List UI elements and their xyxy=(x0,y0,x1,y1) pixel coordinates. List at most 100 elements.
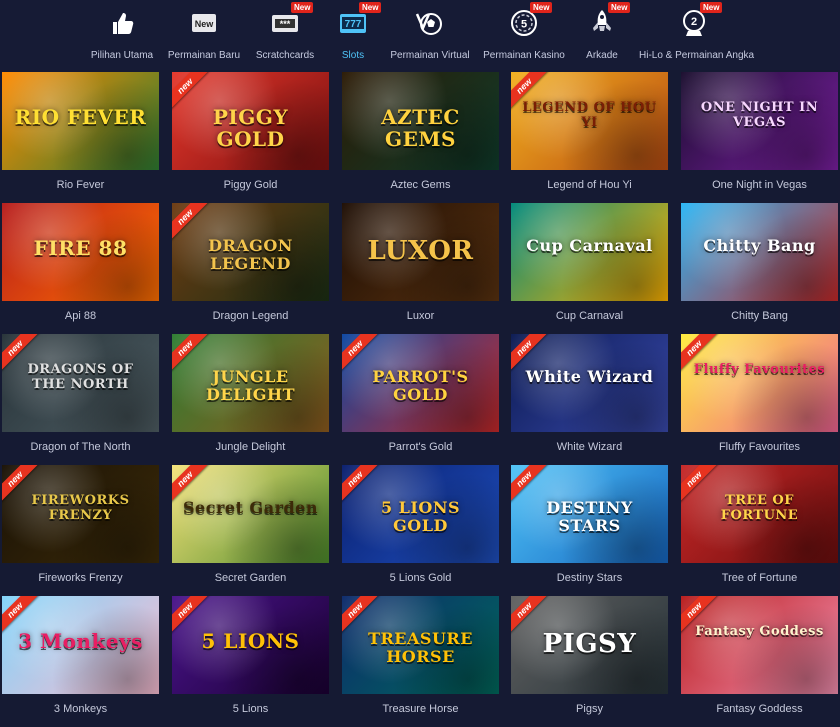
game-logo-text: DESTINY STARS xyxy=(546,498,633,535)
game-tile[interactable]: Secret Garden new Secret Garden xyxy=(172,465,329,596)
game-title[interactable]: Rio Fever xyxy=(2,170,159,203)
game-thumbnail[interactable]: Cup Carnaval xyxy=(511,203,668,301)
game-thumbnail[interactable]: DRAGON LEGEND new xyxy=(172,203,329,301)
svg-text:777: 777 xyxy=(345,19,362,30)
game-title[interactable]: Treasure Horse xyxy=(342,694,499,727)
game-thumbnail[interactable]: PIGSY new xyxy=(511,596,668,694)
soccer-v-icon xyxy=(415,8,445,38)
new-box-icon: New xyxy=(189,8,219,38)
game-tile[interactable]: White Wizard new White Wizard xyxy=(511,334,668,465)
game-thumbnail[interactable]: AZTEC GEMS xyxy=(342,72,499,170)
game-title[interactable]: Luxor xyxy=(342,301,499,334)
game-thumbnail[interactable]: 3 Monkeys new xyxy=(2,596,159,694)
game-thumbnail[interactable]: Fluffy Favourites new xyxy=(681,334,838,432)
game-thumbnail[interactable]: DRAGONS OF THE NORTH new xyxy=(2,334,159,432)
game-title[interactable]: Secret Garden xyxy=(172,563,329,596)
game-logo-text: Chitty Bang xyxy=(703,236,816,255)
game-title[interactable]: Tree of Fortune xyxy=(681,563,838,596)
game-title[interactable]: Parrot's Gold xyxy=(342,432,499,465)
game-thumbnail[interactable]: DESTINY STARS new xyxy=(511,465,668,563)
game-thumbnail[interactable]: 5 LIONS GOLD new xyxy=(342,465,499,563)
game-title[interactable]: Chitty Bang xyxy=(681,301,838,334)
game-tile[interactable]: Fantasy Goddess new Fantasy Goddess xyxy=(681,596,838,727)
game-logo-text: Fantasy Goddess xyxy=(695,624,824,639)
game-thumbnail[interactable]: ONE NIGHT IN VEGAS xyxy=(681,72,838,170)
game-thumbnail[interactable]: White Wizard new xyxy=(511,334,668,432)
game-title[interactable]: Fireworks Frenzy xyxy=(2,563,159,596)
game-tile[interactable]: Cup Carnaval Cup Carnaval xyxy=(511,203,668,334)
game-title[interactable]: Jungle Delight xyxy=(172,432,329,465)
game-logo-text: LUXOR xyxy=(367,236,474,266)
game-tile[interactable]: AZTEC GEMS Aztec Gems xyxy=(342,72,499,203)
category-nav: Pilihan Utama New Permainan Baru *** New Scra… xyxy=(0,0,840,70)
game-logo-text: FIRE 88 xyxy=(33,236,128,260)
game-title[interactable]: 3 Monkeys xyxy=(2,694,159,727)
game-tile[interactable]: RIO FEVER Rio Fever xyxy=(2,72,159,203)
game-thumbnail[interactable]: TREASURE HORSE new xyxy=(342,596,499,694)
game-title[interactable]: Fluffy Favourites xyxy=(681,432,838,465)
game-title[interactable]: Dragon Legend xyxy=(172,301,329,334)
game-tile[interactable]: LEGEND OF HOU YI new Legend of Hou Yi xyxy=(511,72,668,203)
game-thumbnail[interactable]: RIO FEVER xyxy=(2,72,159,170)
game-thumbnail[interactable]: FIRE 88 xyxy=(2,203,159,301)
game-tile[interactable]: 5 LIONS GOLD new 5 Lions Gold xyxy=(342,465,499,596)
game-title[interactable]: Dragon of The North xyxy=(2,432,159,465)
game-tile[interactable]: FIRE 88 Api 88 xyxy=(2,203,159,334)
game-title[interactable]: Legend of Hou Yi xyxy=(511,170,668,203)
game-title[interactable]: Pigsy xyxy=(511,694,668,727)
game-title[interactable]: Cup Carnaval xyxy=(511,301,668,334)
game-thumbnail[interactable]: 5 LIONS new xyxy=(172,596,329,694)
game-tile[interactable]: PARROT'S GOLD new Parrot's Gold xyxy=(342,334,499,465)
game-thumbnail[interactable]: Fantasy Goddess new xyxy=(681,596,838,694)
game-title[interactable]: Aztec Gems xyxy=(342,170,499,203)
game-thumbnail[interactable]: PIGGY GOLD new xyxy=(172,72,329,170)
game-thumbnail[interactable]: LUXOR xyxy=(342,203,499,301)
game-thumbnail[interactable]: LEGEND OF HOU YI new xyxy=(511,72,668,170)
game-tile[interactable]: PIGSY new Pigsy xyxy=(511,596,668,727)
svg-text:New: New xyxy=(195,19,215,29)
game-tile[interactable]: FIREWORKS FRENZY new Fireworks Frenzy xyxy=(2,465,159,596)
game-thumbnail[interactable]: TREE OF FORTUNE new xyxy=(681,465,838,563)
new-badge: New xyxy=(608,2,631,13)
game-tile[interactable]: Fluffy Favourites new Fluffy Favourites xyxy=(681,334,838,465)
game-thumbnail[interactable]: Secret Garden new xyxy=(172,465,329,563)
game-logo-text: FIREWORKS FRENZY xyxy=(31,493,130,523)
game-tile[interactable]: Chitty Bang Chitty Bang xyxy=(681,203,838,334)
game-thumbnail[interactable]: Chitty Bang xyxy=(681,203,838,301)
game-tile[interactable]: 3 Monkeys new 3 Monkeys xyxy=(2,596,159,727)
game-tile[interactable]: JUNGLE DELIGHT new Jungle Delight xyxy=(172,334,329,465)
game-thumbnail[interactable]: JUNGLE DELIGHT new xyxy=(172,334,329,432)
game-logo-text: PARROT'S GOLD xyxy=(372,367,469,404)
game-tile[interactable]: LUXOR Luxor xyxy=(342,203,499,334)
game-title[interactable]: One Night in Vegas xyxy=(681,170,838,203)
game-title[interactable]: Piggy Gold xyxy=(172,170,329,203)
game-logo-text: JUNGLE DELIGHT xyxy=(206,367,295,404)
game-tile[interactable]: TREE OF FORTUNE new Tree of Fortune xyxy=(681,465,838,596)
game-title[interactable]: 5 Lions Gold xyxy=(342,563,499,596)
game-logo-text: Fluffy Favourites xyxy=(693,362,826,377)
game-tile[interactable]: DRAGONS OF THE NORTH new Dragon of The Nor… xyxy=(2,334,159,465)
game-title[interactable]: Destiny Stars xyxy=(511,563,668,596)
nav-item-hi-lo-permainan-angka[interactable]: 2 New Hi-Lo & Permainan Angka xyxy=(639,0,754,70)
game-tile[interactable]: DRAGON LEGEND new Dragon Legend xyxy=(172,203,329,334)
game-thumbnail[interactable]: FIREWORKS FRENZY new xyxy=(2,465,159,563)
game-tile[interactable]: DESTINY STARS new Destiny Stars xyxy=(511,465,668,596)
svg-text:***: *** xyxy=(280,19,291,29)
game-title[interactable]: Api 88 xyxy=(2,301,159,334)
game-logo-text: Secret Garden xyxy=(182,498,318,517)
game-logo-text: PIGSY xyxy=(542,629,637,659)
game-tile[interactable]: TREASURE HORSE new Treasure Horse xyxy=(342,596,499,727)
game-artwork xyxy=(681,596,838,694)
game-logo-text: 5 LIONS GOLD xyxy=(380,498,461,535)
game-tile[interactable]: 5 LIONS new 5 Lions xyxy=(172,596,329,727)
game-logo-text: TREE OF FORTUNE xyxy=(720,493,799,523)
game-title[interactable]: White Wizard xyxy=(511,432,668,465)
game-thumbnail[interactable]: PARROT'S GOLD new xyxy=(342,334,499,432)
game-tile[interactable]: ONE NIGHT IN VEGAS One Night in Vegas xyxy=(681,72,838,203)
game-logo-text: Cup Carnaval xyxy=(526,236,653,255)
game-title[interactable]: Fantasy Goddess xyxy=(681,694,838,727)
game-logo-text: DRAGONS OF THE NORTH xyxy=(27,362,134,392)
game-title[interactable]: 5 Lions xyxy=(172,694,329,727)
game-logo-text: DRAGON LEGEND xyxy=(208,236,293,273)
game-tile[interactable]: PIGGY GOLD new Piggy Gold xyxy=(172,72,329,203)
